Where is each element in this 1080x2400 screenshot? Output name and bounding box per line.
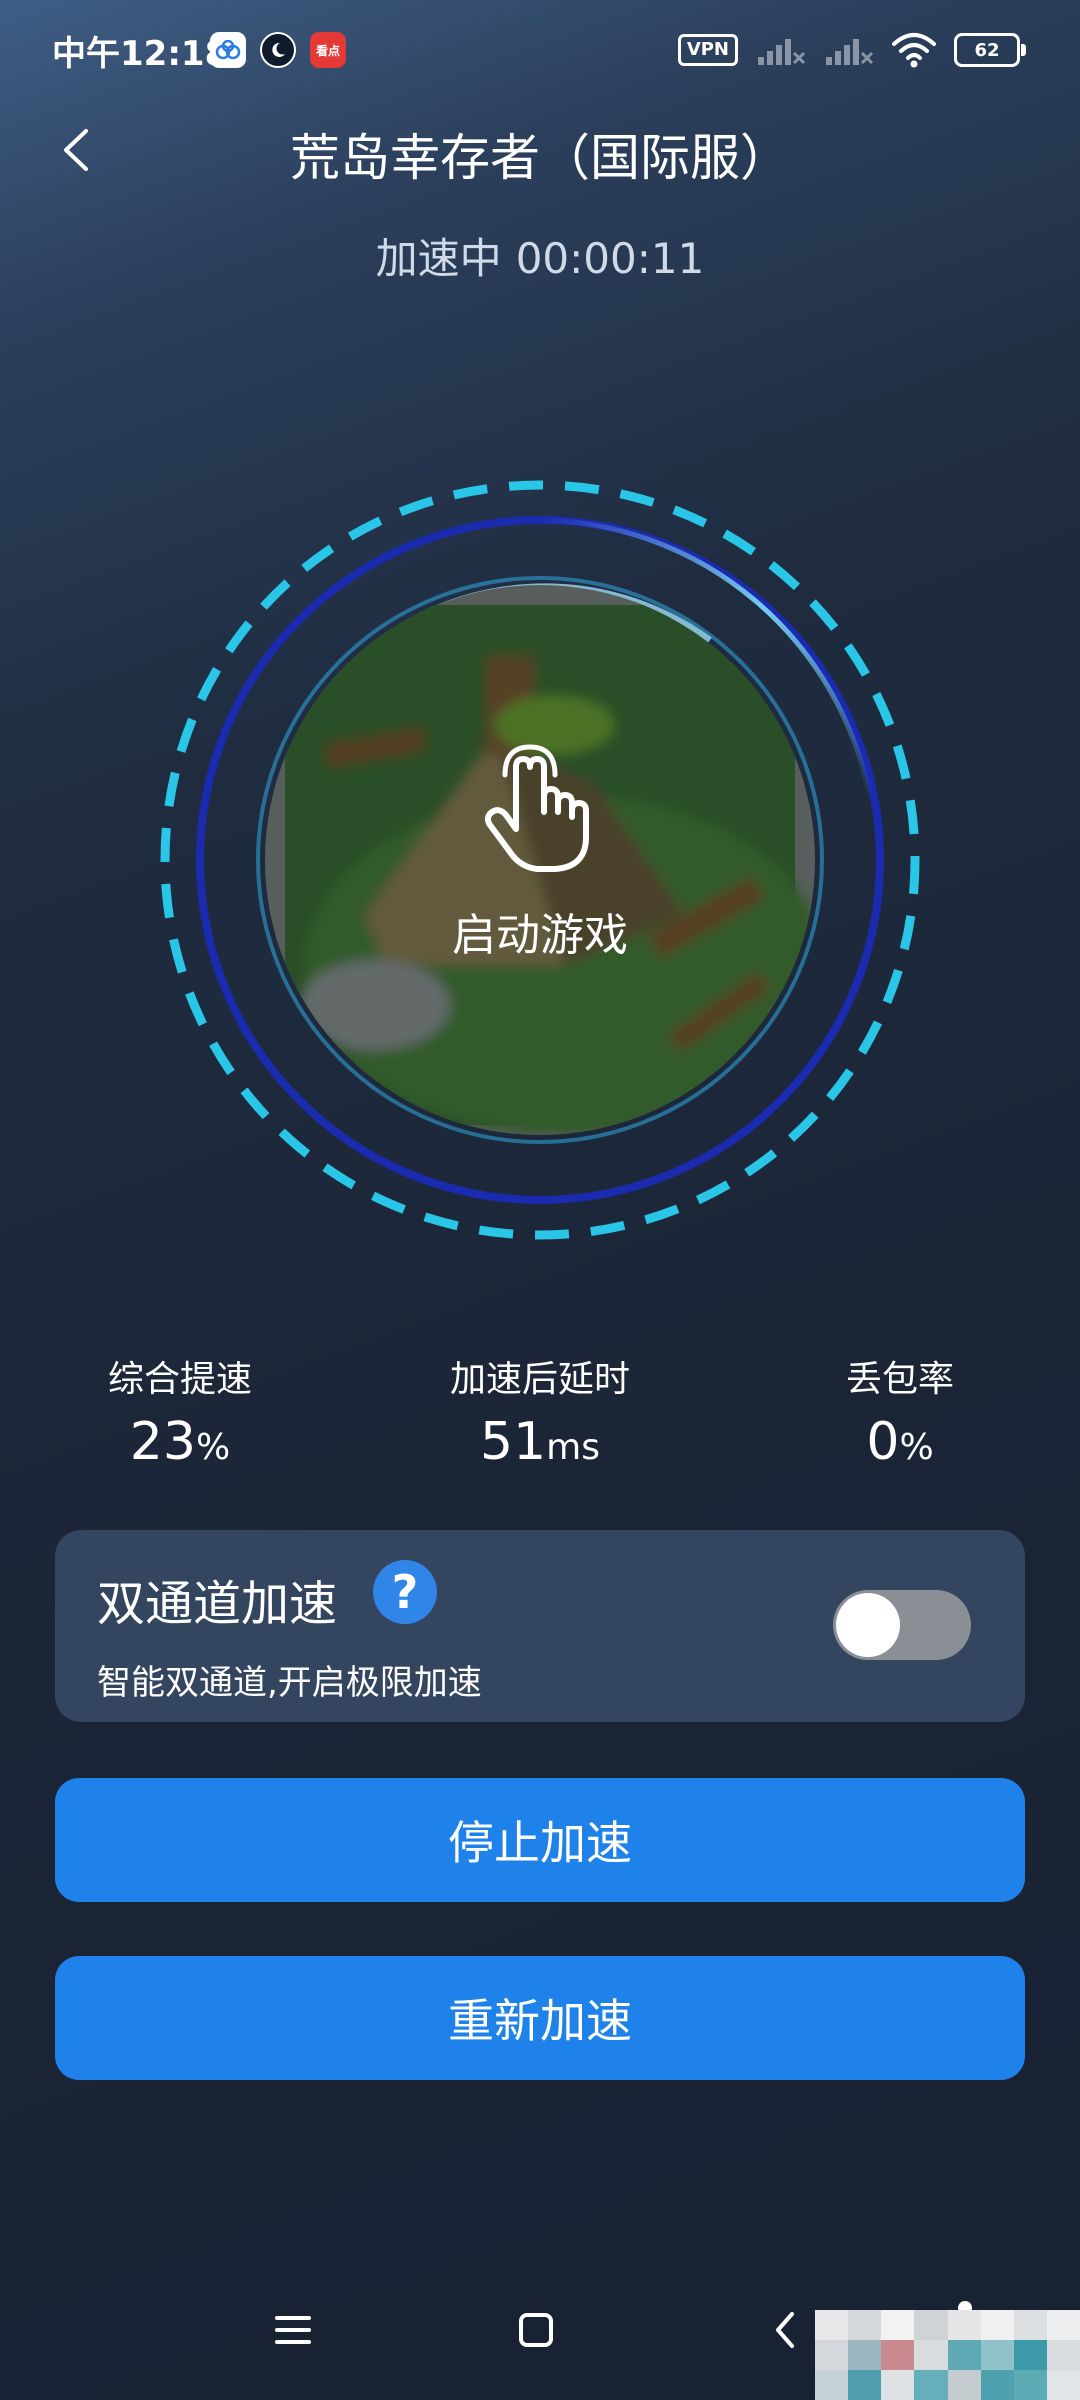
stat-value: 51ms [375,1412,705,1472]
launch-game-button[interactable]: 启动游戏 [265,585,815,1135]
tap-hand-icon [484,744,589,872]
dual-channel-title: 双通道加速 [97,1576,338,1632]
nav-menu-button[interactable] [253,2290,333,2370]
acceleration-status-text: 加速中 [375,234,502,283]
stat-number: 0 [866,1412,900,1472]
stat-unit: ms [546,1427,600,1468]
restart-acceleration-button[interactable]: 重新加速 [55,1956,1025,2080]
acceleration-ring: 启动游戏 [150,470,930,1250]
wifi-icon [892,33,936,68]
signal-off-icon [758,39,806,65]
stat-unit: % [195,1427,231,1468]
status-time: 中午12:18 [52,34,229,74]
pixelated-overlay [815,2310,1080,2400]
cloud-app-icon [210,32,246,68]
home-square-icon [519,2313,553,2347]
battery-icon: 62 [954,33,1026,67]
status-indicators: VPN 62 [677,30,1026,70]
stat-number: 23 [129,1412,196,1472]
stat-label: 加速后延时 [449,1359,630,1400]
acceleration-stats: 综合提速 23% 加速后延时 51ms 丢包率 0% [0,1350,1080,1480]
stat-label: 综合提速 [107,1359,252,1400]
help-icon[interactable]: ? [373,1560,437,1624]
stat-packet-loss: 丢包率 0% [735,1350,1065,1480]
nav-home-button[interactable] [496,2290,576,2370]
vpn-badge: VPN [677,34,738,66]
dual-channel-card: 双通道加速 ? 智能双通道,开启极限加速 [55,1530,1025,1722]
news-app-icon: 看点 [310,32,346,68]
signal-off-icon-2 [826,39,874,65]
back-arrow-icon [776,2312,794,2348]
status-bar: 中午12:18 看点 VPN 62 [0,0,1080,100]
stop-acceleration-button[interactable]: 停止加速 [55,1778,1025,1902]
acceleration-timer: 00:00:11 [515,234,705,283]
stat-number: 51 [480,1412,547,1472]
stat-label: 丢包率 [845,1359,954,1400]
page-title: 荒岛幸存者（国际服） [290,129,790,187]
dual-channel-toggle[interactable] [833,1590,971,1660]
menu-icon [275,2316,311,2344]
stat-latency: 加速后延时 51ms [375,1350,705,1480]
stat-value: 0% [735,1412,1065,1472]
acceleration-status: 加速中 00:00:11 [0,225,1080,286]
stat-overall-speedup: 综合提速 23% [15,1350,345,1480]
dual-channel-description: 智能双通道,开启极限加速 [97,1663,482,1703]
nav-back-button[interactable] [745,2290,825,2370]
stat-unit: % [899,1427,934,1468]
moon-app-icon [260,32,296,68]
stat-value: 23% [15,1412,345,1472]
launch-game-label: 启动游戏 [452,910,628,961]
toggle-knob [836,1593,900,1657]
